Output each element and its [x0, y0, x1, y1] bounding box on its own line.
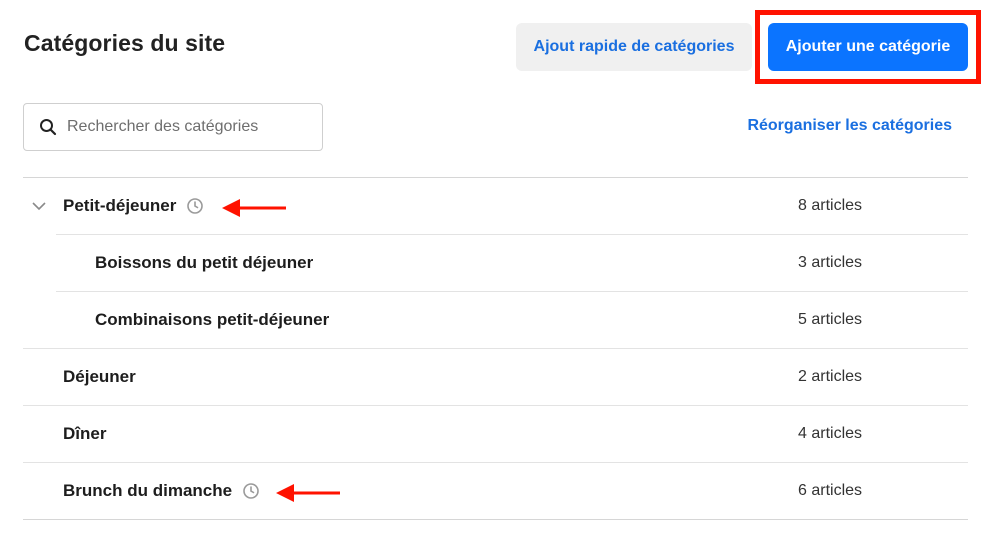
category-name: Petit-déjeuner — [63, 196, 177, 215]
search-field[interactable] — [23, 103, 323, 151]
category-count: 8 articles — [798, 197, 863, 214]
category-count: 6 articles — [798, 482, 863, 499]
category-row-combinaisons[interactable]: Combinaisons petit-déjeuner 5 articles — [23, 292, 968, 348]
annotation-arrow — [276, 484, 340, 502]
category-count: 4 articles — [798, 425, 863, 442]
category-count: 2 articles — [798, 368, 863, 385]
category-row-boissons[interactable]: Boissons du petit déjeuner 3 articles — [23, 235, 968, 291]
category-name: Dîner — [63, 424, 107, 443]
category-row-diner[interactable]: Dîner 4 articles — [23, 406, 968, 462]
category-name: Brunch du dimanche — [63, 481, 233, 500]
category-count: 5 articles — [798, 311, 863, 328]
chevron-down-icon[interactable] — [31, 198, 47, 214]
category-row-brunch[interactable]: Brunch du dimanche 6 articles — [23, 463, 968, 519]
category-name: Déjeuner — [63, 367, 136, 386]
category-row-dejeuner[interactable]: Déjeuner 2 articles — [23, 349, 968, 405]
quick-add-categories-button[interactable]: Ajout rapide de catégories — [516, 23, 752, 71]
search-input[interactable] — [65, 117, 319, 137]
category-count: 3 articles — [798, 254, 863, 271]
clock-icon — [242, 482, 260, 500]
search-icon — [39, 118, 57, 136]
page-title: Catégories du site — [24, 30, 226, 56]
clock-icon — [186, 197, 204, 215]
table-bottom-divider — [23, 519, 968, 520]
category-name: Combinaisons petit-déjeuner — [95, 310, 330, 329]
category-row-petit-dejeuner[interactable]: Petit-déjeuner 8 articles — [23, 178, 968, 234]
category-name: Boissons du petit déjeuner — [95, 253, 314, 272]
annotation-arrow — [222, 199, 286, 217]
reorder-categories-link[interactable]: Réorganiser les catégories — [747, 117, 952, 135]
add-category-button[interactable]: Ajouter une catégorie — [768, 23, 968, 71]
